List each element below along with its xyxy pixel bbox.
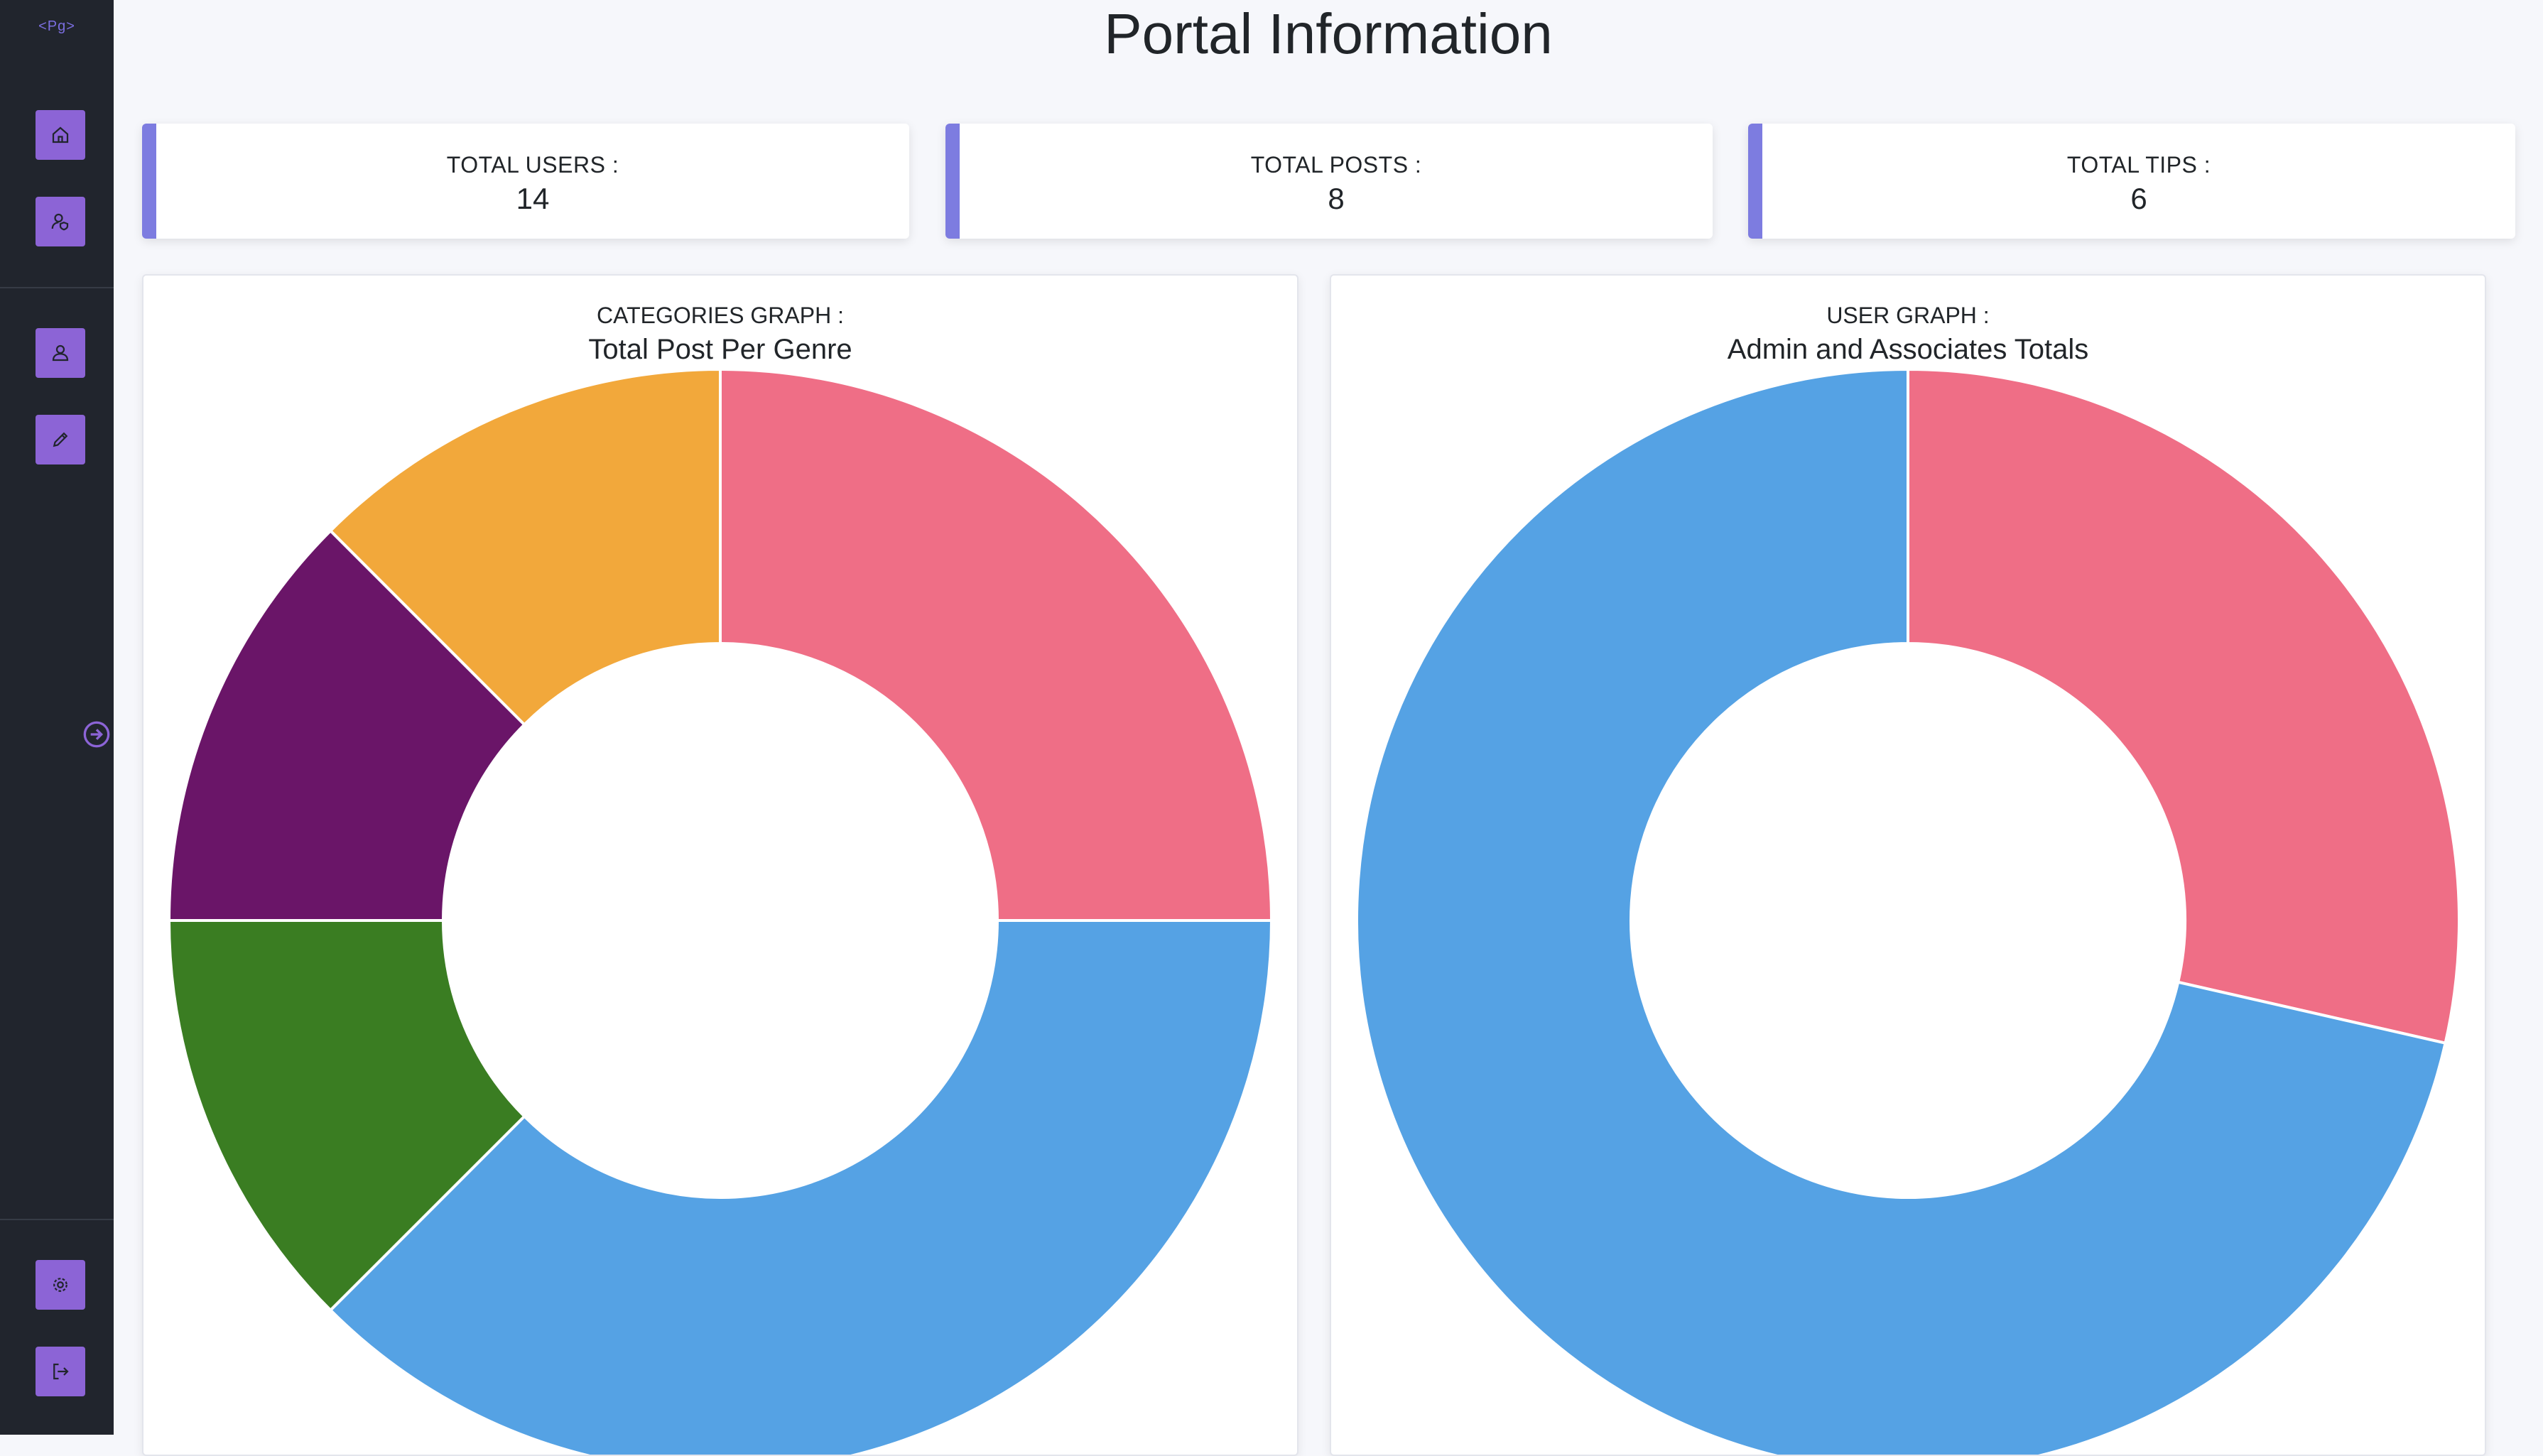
settings-button[interactable] [36,1260,85,1310]
total-posts-label: TOTAL POSTS : [1250,152,1422,178]
app-logo[interactable]: <Pg> [0,18,114,35]
users-chart-card: USER GRAPH : Admin and Associates Totals [1330,274,2486,1456]
user-shield-icon [51,213,69,231]
total-users-value: 14 [516,182,550,215]
user-icon [52,344,69,362]
donut-slice-0[interactable] [719,367,1274,922]
card-accent [142,124,156,239]
total-posts-value: 8 [1328,182,1345,215]
total-users-card: TOTAL USERS : 14 [142,124,909,239]
card-accent [1748,124,1762,239]
gear-icon [53,1278,67,1292]
admin-users-button[interactable] [36,197,85,246]
pencil-icon [53,432,68,447]
users-chart-caption: USER GRAPH : [1826,303,1990,328]
categories-donut-chart [167,367,1274,1455]
sidebar-divider [0,287,114,288]
arrow-circle-right-icon [83,721,110,748]
total-tips-value: 6 [2130,182,2147,215]
users-chart-title: Admin and Associates Totals [1727,334,2089,365]
edit-button[interactable] [36,415,85,464]
profile-button[interactable] [36,328,85,378]
sidebar: <Pg> [0,0,114,1435]
total-posts-card: TOTAL POSTS : 8 [945,124,1713,239]
donut-slice-1[interactable] [328,919,1274,1455]
card-accent [945,124,960,239]
home-button[interactable] [36,110,85,160]
total-tips-card: TOTAL TIPS : 6 [1748,124,2515,239]
total-users-label: TOTAL USERS : [446,152,619,178]
categories-chart-caption: CATEGORIES GRAPH : [597,303,844,328]
donut-slice-0[interactable] [1907,367,2461,1045]
users-donut-chart [1355,367,2461,1455]
logout-button[interactable] [36,1347,85,1396]
total-tips-label: TOTAL TIPS : [2066,152,2211,178]
sidebar-divider [0,1219,114,1220]
page-title: Portal Information [1104,2,1553,65]
expand-sidebar-button[interactable] [82,720,111,749]
home-icon [52,126,69,143]
logout-icon [53,1363,69,1380]
categories-chart-card: CATEGORIES GRAPH : Total Post Per Genre [142,274,1298,1456]
categories-chart-title: Total Post Per Genre [588,334,852,365]
